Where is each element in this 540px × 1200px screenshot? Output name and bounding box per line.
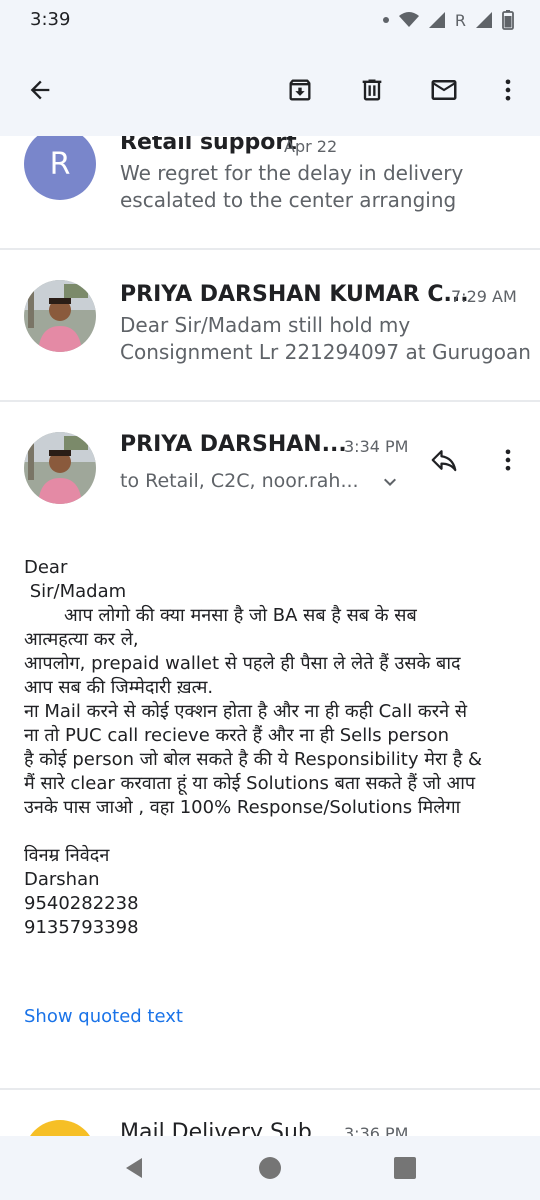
app-bar bbox=[0, 44, 540, 136]
recipients-text: to Retail, C2C, noor.rah... bbox=[120, 470, 359, 492]
divider bbox=[0, 400, 540, 402]
signal-icon bbox=[428, 12, 445, 28]
snippet-line-2: escalated to the center arranging bbox=[120, 188, 457, 212]
message-body: Dear Sir/Madam आप लोगो की क्या मनसा है ज… bbox=[24, 556, 524, 940]
roaming-letter: R bbox=[454, 10, 466, 30]
divider bbox=[0, 1088, 540, 1090]
mail-icon bbox=[431, 80, 457, 100]
body-line: आप सब की जिम्मेदारी ख़त्म. bbox=[24, 677, 214, 698]
reply-icon bbox=[431, 450, 457, 472]
archive-button[interactable] bbox=[280, 70, 320, 110]
avatar-mail-delivery bbox=[24, 1120, 96, 1136]
body-line: आपलोग, prepaid wallet से पहले ही पैसा ले… bbox=[24, 653, 461, 674]
body-line: 9540282238 bbox=[24, 893, 139, 914]
system-navigation-bar bbox=[0, 1136, 540, 1200]
body-line: आत्महत्या कर ले, bbox=[24, 629, 139, 650]
delete-icon bbox=[362, 79, 382, 101]
body-line: मैं सारे clear करवाता हूं या कोई Solutio… bbox=[24, 773, 476, 794]
sender-name: Mail Delivery Sub... bbox=[120, 1120, 333, 1136]
battery-icon bbox=[502, 10, 514, 30]
body-line bbox=[24, 820, 524, 844]
sender-name: PRIYA DARSHAN... bbox=[120, 432, 347, 457]
wifi-icon bbox=[398, 12, 419, 27]
status-time: 3:39 bbox=[30, 9, 71, 30]
more-vert-icon bbox=[505, 449, 511, 471]
nav-home-icon[interactable] bbox=[258, 1156, 282, 1180]
body-line: 9135793398 bbox=[24, 917, 139, 938]
divider bbox=[0, 248, 540, 250]
body-line: ना Mail करने से कोई एक्शन होता है और ना … bbox=[24, 701, 467, 722]
message-time: 3:34 PM bbox=[344, 437, 409, 456]
snippet-line-1: Dear Sir/Madam still hold my bbox=[120, 313, 411, 337]
nav-back-icon[interactable] bbox=[122, 1156, 146, 1180]
sender-name: Retail support bbox=[120, 136, 297, 155]
snippet-line-2: Consignment Lr 221294097 at Gurugoan bbox=[120, 340, 531, 364]
person-photo-icon bbox=[24, 432, 96, 504]
more-options-button[interactable] bbox=[488, 70, 528, 110]
body-line: उनके पास जाओ , वहा 100% Response/Solutio… bbox=[24, 797, 461, 818]
arrow-back-icon bbox=[30, 80, 50, 100]
message-date: Apr 22 bbox=[284, 137, 338, 156]
reply-button[interactable] bbox=[424, 440, 464, 480]
body-line: Dear bbox=[24, 557, 68, 578]
sender-name: PRIYA DARSHAN KUMAR C... bbox=[120, 282, 469, 307]
more-vert-icon bbox=[505, 79, 511, 101]
avatar-letter: R bbox=[49, 146, 71, 182]
message-time: 3:36 PM bbox=[344, 1124, 409, 1136]
avatar-photo bbox=[24, 432, 96, 504]
show-quoted-text-link[interactable]: Show quoted text bbox=[24, 1006, 183, 1027]
status-icons: R bbox=[382, 10, 514, 30]
avatar-retail: R bbox=[24, 136, 96, 200]
mark-unread-button[interactable] bbox=[424, 70, 464, 110]
body-line: आप लोगो की क्या मनसा है जो BA सब है सब क… bbox=[24, 605, 417, 626]
archive-icon bbox=[289, 79, 311, 101]
delete-button[interactable] bbox=[352, 70, 392, 110]
body-line: विनम्र निवेदन bbox=[24, 845, 110, 866]
thread-view[interactable]: R Retail support Apr 22 We regret for th… bbox=[0, 136, 540, 1136]
body-line: Sir/Madam bbox=[24, 581, 127, 602]
status-bar: 3:39 R bbox=[0, 0, 540, 44]
nav-recents-icon[interactable] bbox=[394, 1157, 416, 1179]
message-date: 7:29 AM bbox=[451, 287, 517, 306]
message-more-button[interactable] bbox=[488, 440, 528, 480]
avatar-photo bbox=[24, 280, 96, 352]
body-line: ना तो PUC call recieve करते हैं और ना ही… bbox=[24, 725, 450, 746]
snippet-line-1: We regret for the delay in delivery bbox=[120, 161, 464, 185]
chevron-down-icon bbox=[384, 478, 396, 486]
body-line: है कोई person जो बोल सकते है की ये Respo… bbox=[24, 749, 483, 770]
body-line: Darshan bbox=[24, 869, 100, 890]
person-photo-icon bbox=[24, 280, 96, 352]
recipients-toggle[interactable]: to Retail, C2C, noor.rah... bbox=[120, 466, 410, 496]
signal-icon-2 bbox=[476, 12, 492, 28]
back-button[interactable] bbox=[20, 70, 60, 110]
dot-indicator-icon bbox=[382, 17, 389, 23]
